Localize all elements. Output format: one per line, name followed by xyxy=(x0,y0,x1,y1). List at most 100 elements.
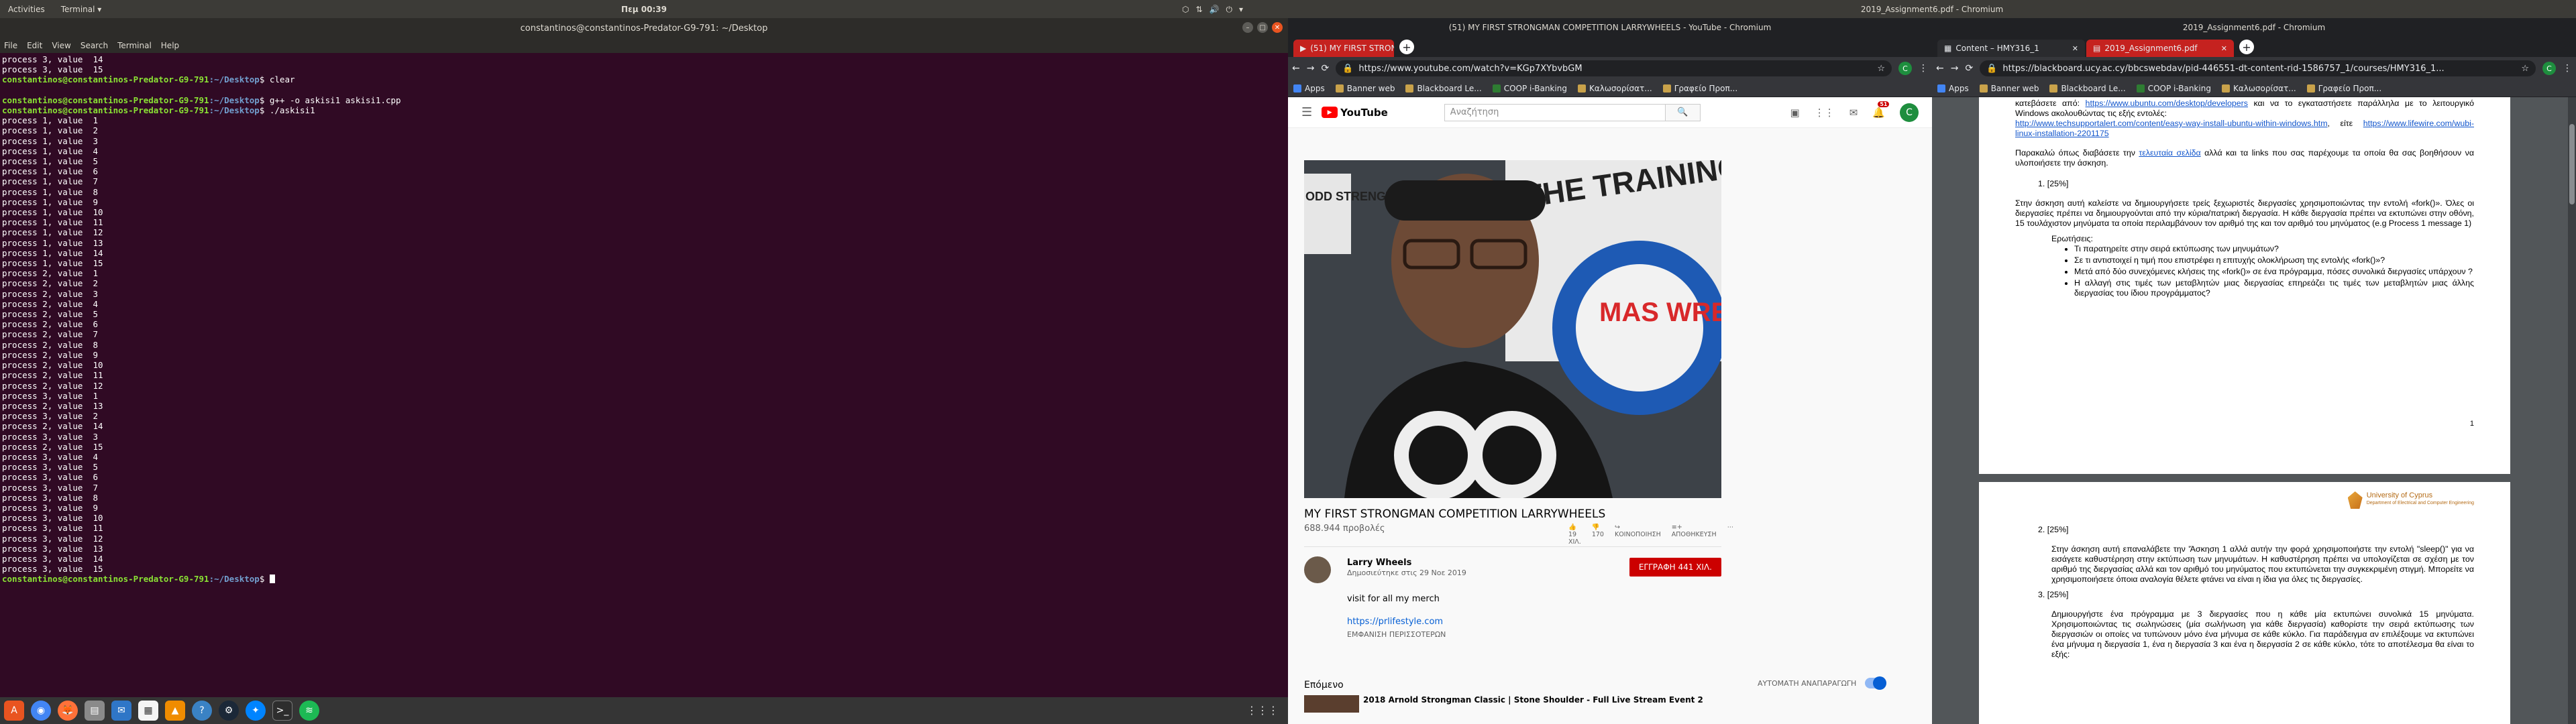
close-button[interactable]: ✕ xyxy=(1272,22,1283,33)
profile-avatar[interactable]: C xyxy=(2542,62,2556,75)
bookmark-coop[interactable]: COOP i-Banking xyxy=(2136,84,2211,93)
bookmark-blackboard[interactable]: Blackboard Le... xyxy=(2049,84,2126,93)
menu-kebab-icon[interactable]: ⋮ xyxy=(1919,63,1928,74)
terminal-line: process 2, value 6 xyxy=(2,319,98,330)
system-tray[interactable]: ⬡ ⇅ 🔊 ⏻ ▾ xyxy=(1182,5,1243,15)
pdf-browser-window[interactable]: 2019_Assignment6.pdf - Chromium ▦ Conten… xyxy=(1932,18,2576,724)
clock[interactable]: Πεμ 00:39 xyxy=(0,5,1288,14)
channel-name[interactable]: Larry Wheels xyxy=(1347,558,1411,568)
notifications-icon[interactable]: 🔔 51 xyxy=(1872,101,1890,119)
autoplay-toggle[interactable] xyxy=(1865,676,1886,690)
files-icon[interactable]: ▤ xyxy=(85,701,105,721)
terminal-output[interactable]: process 3, value 14 process 3, value 15 co… xyxy=(0,53,1288,586)
last-page-link[interactable]: τελευταία σελίδα xyxy=(2139,148,2200,158)
new-tab-button[interactable]: + xyxy=(2239,40,2254,54)
close-tab-icon[interactable]: ✕ xyxy=(2221,44,2227,53)
terminal-window[interactable]: constantinos@constantinos-Predator-G9-79… xyxy=(0,18,1288,697)
menu-file[interactable]: File xyxy=(4,41,17,50)
pdf-window-titlebar[interactable]: 2019_Assignment6.pdf - Chromium xyxy=(1932,18,2576,37)
youtube-logo[interactable]: ▶ YouTube xyxy=(1322,107,1388,119)
help-icon[interactable]: ? xyxy=(192,701,212,721)
scrollbar-thumb[interactable] xyxy=(2569,124,2575,204)
power-icon[interactable]: ⏻ xyxy=(1226,5,1233,15)
like-button[interactable]: 👍 19 ΧΙΛ. xyxy=(1568,524,1581,546)
create-video-icon[interactable]: ▣ xyxy=(1790,107,1800,119)
menu-terminal[interactable]: Terminal xyxy=(117,41,152,50)
page-number: 1 xyxy=(2469,420,2474,428)
vlc-icon[interactable]: ▲ xyxy=(165,701,185,721)
ubuntu-software-icon[interactable]: A xyxy=(4,701,24,721)
maximize-button[interactable]: □ xyxy=(1257,22,1268,33)
bookmark-office[interactable]: Γραφείο Προπ... xyxy=(1662,84,1737,93)
new-tab-button[interactable]: + xyxy=(1399,40,1414,54)
account-avatar[interactable]: C xyxy=(1900,103,1919,122)
pdf-viewer[interactable]: κατεβάσετε από: https://www.ubuntu.com/d… xyxy=(1932,97,2576,724)
hamburger-menu-icon[interactable]: ☰ xyxy=(1301,105,1312,119)
more-actions-icon[interactable]: ⋯ xyxy=(1727,524,1734,546)
terminal-line: process 3, value 5 xyxy=(2,462,98,473)
tab-pdf[interactable]: ▤ 2019_Assignment6.pdf ✕ xyxy=(2086,40,2234,57)
ubuntu-link[interactable]: https://www.ubuntu.com/desktop/developer… xyxy=(2086,99,2248,108)
menu-edit[interactable]: Edit xyxy=(27,41,42,50)
channel-avatar[interactable] xyxy=(1304,556,1331,583)
terminal-icon[interactable]: >_ xyxy=(272,701,292,721)
profile-avatar[interactable]: C xyxy=(1898,62,1912,75)
messages-icon[interactable]: ✉ xyxy=(1849,107,1858,119)
steam-icon[interactable]: ⚙ xyxy=(219,701,239,721)
bookmark-welcome[interactable]: Καλωσορίσατ... xyxy=(1577,84,1652,93)
tab-youtube[interactable]: ▶ (51) MY FIRST STRONGM ✕ xyxy=(1293,40,1394,57)
techsupport-link[interactable]: http://www.techsupportalert.com/content/… xyxy=(2015,119,2328,128)
back-icon[interactable]: ← xyxy=(1292,63,1300,74)
bookmark-blackboard[interactable]: Blackboard Le... xyxy=(1405,84,1482,93)
forward-icon[interactable]: → xyxy=(1307,63,1315,74)
dislike-button[interactable]: 👎 170 xyxy=(1592,524,1604,546)
spotify-icon[interactable]: ≋ xyxy=(299,701,319,721)
back-icon[interactable]: ← xyxy=(1936,63,1944,74)
show-applications-icon[interactable]: ⋮⋮⋮ xyxy=(1246,704,1279,717)
menu-search[interactable]: Search xyxy=(80,41,108,50)
chrome-icon[interactable]: ◉ xyxy=(31,701,51,721)
bookmark-coop[interactable]: COOP i-Banking xyxy=(1492,84,1567,93)
star-icon[interactable]: ☆ xyxy=(1877,64,1885,74)
chevron-down-icon[interactable]: ▾ xyxy=(1239,5,1243,15)
menu-kebab-icon[interactable]: ⋮ xyxy=(2563,63,2572,74)
star-icon[interactable]: ☆ xyxy=(2521,64,2529,74)
save-button[interactable]: ≡+ ΑΠΟΘΗΚΕΥΣΗ xyxy=(1672,524,1717,546)
apps-grid-icon[interactable]: ⋮⋮ xyxy=(1815,107,1835,119)
dropbox-icon[interactable]: ⬡ xyxy=(1182,5,1189,15)
bookmark-welcome[interactable]: Καλωσορίσατ... xyxy=(2221,84,2296,93)
firefox-icon[interactable]: 🦊 xyxy=(58,701,78,721)
bookmark-banner-web[interactable]: Banner web xyxy=(1335,84,1395,93)
bookmark-apps[interactable]: Apps xyxy=(1937,84,1969,93)
address-bar[interactable]: 🔒 https://blackboard.ucy.ac.cy/bbcswebda… xyxy=(1980,60,2536,76)
reload-icon[interactable]: ⟳ xyxy=(1321,63,1329,74)
terminal-titlebar[interactable]: constantinos@constantinos-Predator-G9-79… xyxy=(0,18,1288,38)
pdf-scrollbar[interactable] xyxy=(2568,97,2576,724)
network-icon[interactable]: ⇅ xyxy=(1195,5,1202,15)
reload-icon[interactable]: ⟳ xyxy=(1965,63,1973,74)
youtube-window-titlebar[interactable]: (51) MY FIRST STRONGMAN COMPETITION LARR… xyxy=(1288,18,1932,37)
share-button[interactable]: ↪ ΚΟΙΝΟΠΟΙΗΣΗ xyxy=(1615,524,1661,546)
description-link[interactable]: https://prlifestyle.com xyxy=(1347,617,1443,627)
forward-icon[interactable]: → xyxy=(1951,63,1959,74)
messenger-icon[interactable]: ✦ xyxy=(246,701,266,721)
video-player[interactable]: THE TRAINING HALL MAS WRESTLING ODD STRE… xyxy=(1304,160,1721,498)
youtube-browser-window[interactable]: (51) MY FIRST STRONGMAN COMPETITION LARR… xyxy=(1288,18,1932,724)
close-tab-icon[interactable]: ✕ xyxy=(2072,44,2078,53)
libreoffice-icon[interactable]: ▦ xyxy=(138,701,158,721)
thunderbird-icon[interactable]: ✉ xyxy=(111,701,131,721)
show-more-button[interactable]: ΕΜΦΑΝΙΣΗ ΠΕΡΙΣΣΟΤΕΡΩΝ xyxy=(1347,630,1446,639)
bookmark-apps[interactable]: Apps xyxy=(1293,84,1325,93)
volume-icon[interactable]: 🔊 xyxy=(1210,5,1220,15)
bookmark-office[interactable]: Γραφείο Προπ... xyxy=(2306,84,2381,93)
next-video-item[interactable]: 2018 Arnold Strongman Classic | Stone Sh… xyxy=(1304,695,1908,713)
menu-help[interactable]: Help xyxy=(161,41,179,50)
address-bar[interactable]: 🔒 https://www.youtube.com/watch?v=KGp7XY… xyxy=(1336,60,1892,76)
subscribe-button[interactable]: ΕΓΓΡΑΦΗ 441 ΧΙΛ. xyxy=(1629,558,1721,577)
search-input[interactable]: Αναζήτηση xyxy=(1444,103,1666,121)
minimize-button[interactable]: – xyxy=(1242,22,1253,33)
menu-view[interactable]: View xyxy=(52,41,70,50)
tab-content[interactable]: ▦ Content – HMY316_1 ✕ xyxy=(1937,40,2085,57)
search-button[interactable]: 🔍 xyxy=(1665,103,1701,121)
bookmark-banner-web[interactable]: Banner web xyxy=(1979,84,2039,93)
